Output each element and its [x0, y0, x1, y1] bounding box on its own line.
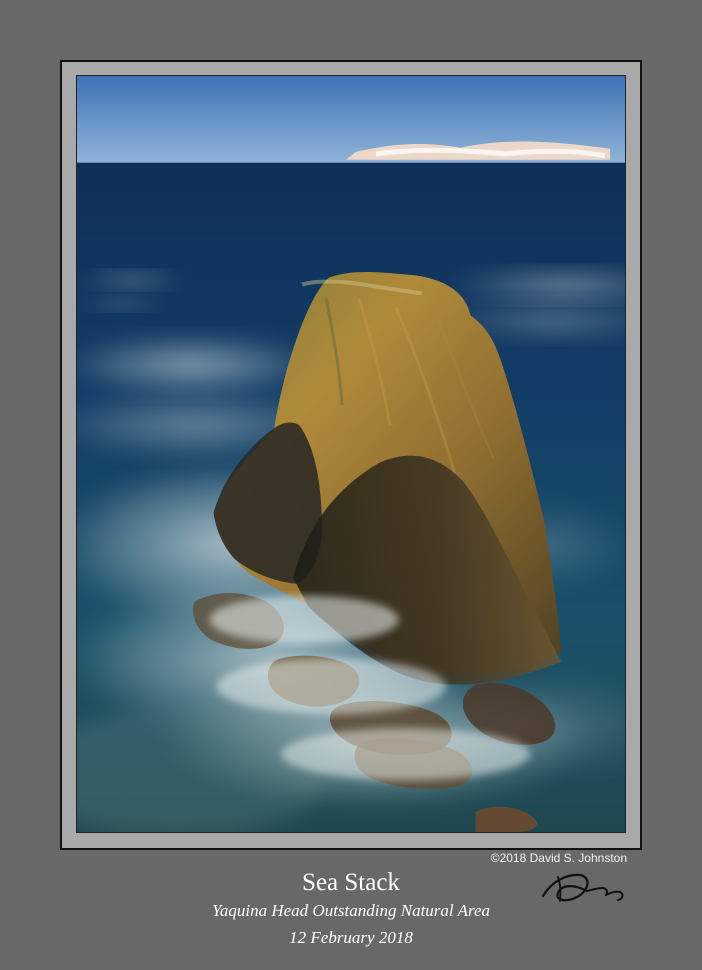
sea-stack-photo	[76, 75, 626, 833]
photo-date: 12 February 2018	[289, 928, 413, 947]
signature-icon	[541, 873, 624, 902]
copyright-text: ©2018 David S. Johnston	[490, 851, 627, 865]
sea-stack-image	[77, 76, 625, 832]
